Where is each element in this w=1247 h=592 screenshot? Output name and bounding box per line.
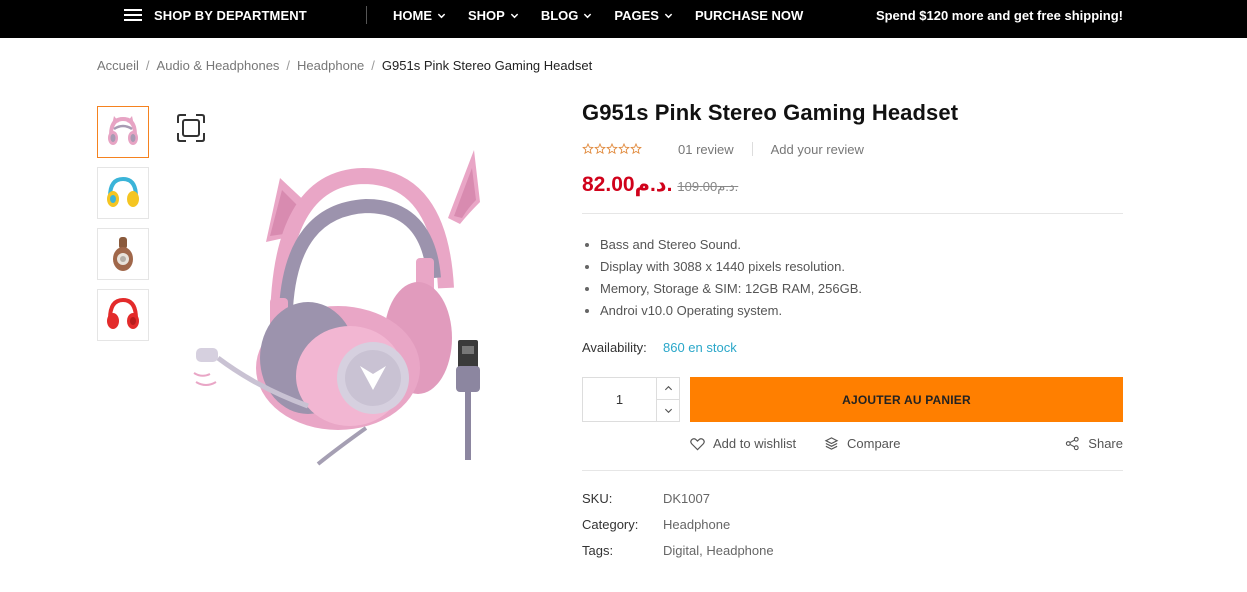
yellow-headphones-thumb-icon	[107, 176, 139, 207]
old-price: 109.00د.م.	[677, 179, 739, 194]
top-navigation-bar: SHOP BY DEPARTMENT HOME SHOP BLOG PAGES …	[0, 0, 1247, 38]
product-main-image[interactable]	[188, 138, 498, 468]
compare-button[interactable]: Compare	[824, 436, 900, 451]
menu-pages[interactable]: PAGES	[614, 8, 673, 23]
feature-item: Androi v10.0 Operating system.	[582, 300, 1123, 322]
quantity-input[interactable]	[583, 378, 656, 421]
nav-divider	[366, 6, 367, 24]
star-empty-icon	[582, 143, 594, 155]
chevron-down-icon	[584, 13, 592, 18]
menu-home[interactable]: HOME	[393, 8, 446, 23]
product-title: G951s Pink Stereo Gaming Headset	[582, 100, 959, 125]
star-empty-icon	[606, 143, 618, 155]
feature-list: Bass and Stereo Sound. Display with 3088…	[582, 234, 1123, 322]
breadcrumb: Accueil / Audio & Headphones / Headphone…	[97, 58, 592, 73]
add-to-wishlist-button[interactable]: Add to wishlist	[690, 436, 796, 451]
sku-value: DK1007	[663, 491, 710, 506]
availability-label: Availability:	[582, 340, 647, 355]
current-price: 82.00د.م.	[582, 173, 673, 196]
product-details: G951s Pink Stereo Gaming Headset 01 revi…	[582, 100, 1123, 569]
add-to-cart-button[interactable]: AJOUTER AU PANIER	[690, 377, 1123, 422]
free-shipping-promo: Spend $120 more and get free shipping!	[875, 7, 1123, 23]
red-headphones-thumb-icon	[107, 297, 139, 329]
speaker-thumb-icon	[113, 237, 133, 271]
feature-item: Memory, Storage & SIM: 12GB RAM, 256GB.	[582, 278, 1123, 300]
breadcrumb-current: G951s Pink Stereo Gaming Headset	[381, 58, 593, 73]
menu-purchase-now[interactable]: PURCHASE NOW	[695, 8, 803, 23]
star-empty-icon	[630, 143, 642, 155]
breadcrumb-audio-headphones[interactable]: Audio & Headphones	[157, 58, 280, 73]
menu-shop-label[interactable]: SHOP	[468, 8, 505, 23]
feature-item: Bass and Stereo Sound.	[582, 234, 1123, 256]
menu-blog-label[interactable]: BLOG	[541, 8, 579, 23]
product-actions: Add to wishlist Compare Share	[582, 436, 1123, 454]
category-label: Category:	[582, 517, 639, 532]
tag-link-headphone[interactable]: Headphone	[706, 543, 773, 558]
price-row: 82.00د.م. 109.00د.م.	[582, 172, 1123, 197]
availability-value: 860 en stock	[663, 340, 737, 355]
sku-row: SKU: DK1007	[582, 491, 1123, 517]
chevron-down-icon	[510, 13, 519, 18]
star-empty-icon	[618, 143, 630, 155]
thumbnail-wood-speaker[interactable]	[97, 228, 149, 280]
compare-layers-icon	[824, 437, 839, 450]
menu-shop[interactable]: SHOP	[468, 8, 519, 23]
thumbnail-red-headphones[interactable]	[97, 289, 149, 341]
chevron-down-icon	[664, 13, 673, 18]
main-menu: HOME SHOP BLOG PAGES PURCHASE NOW	[393, 0, 825, 30]
availability-row: Availability: 860 en stock	[582, 340, 1123, 355]
breadcrumb-separator: /	[371, 58, 375, 73]
chevron-down-icon	[437, 13, 446, 18]
divider	[582, 213, 1123, 214]
compare-label[interactable]: Compare	[847, 436, 900, 451]
menu-home-label[interactable]: HOME	[393, 8, 432, 23]
quantity-steps	[656, 378, 679, 421]
menu-blog[interactable]: BLOG	[541, 8, 593, 23]
hamburger-menu-icon[interactable]	[124, 9, 142, 21]
quantity-decrease-button[interactable]	[657, 399, 679, 421]
menu-purchase-label[interactable]: PURCHASE NOW	[695, 8, 803, 23]
category-link[interactable]: Headphone	[663, 517, 730, 532]
breadcrumb-headphone[interactable]: Headphone	[297, 58, 364, 73]
review-count-link[interactable]: 01 review	[678, 142, 734, 157]
share-button[interactable]: Share	[1065, 436, 1123, 451]
review-divider	[751, 142, 753, 156]
pink-headset-thumb-icon	[108, 116, 138, 145]
divider	[582, 470, 1123, 471]
quantity-increase-button[interactable]	[657, 378, 679, 399]
department-label[interactable]: SHOP BY DEPARTMENT	[154, 8, 307, 23]
chevron-up-icon	[664, 385, 672, 391]
tags-row: Tags: Digital, Headphone	[582, 543, 1123, 569]
share-icon	[1066, 436, 1079, 451]
rating-row: 01 review Add your review	[582, 140, 1123, 158]
wishlist-label[interactable]: Add to wishlist	[713, 436, 796, 451]
product-meta: SKU: DK1007 Category: Headphone Tags: Di…	[582, 491, 1123, 569]
breadcrumb-separator: /	[145, 58, 150, 73]
breadcrumb-separator: /	[286, 58, 291, 73]
add-review-link[interactable]: Add your review	[771, 142, 864, 157]
star-rating	[582, 143, 642, 155]
chevron-down-icon	[664, 408, 672, 414]
quantity-stepper	[582, 377, 680, 422]
tag-link-digital[interactable]: Digital	[663, 543, 699, 558]
share-label[interactable]: Share	[1088, 436, 1123, 451]
star-empty-icon	[594, 143, 606, 155]
category-row: Category: Headphone	[582, 517, 1123, 543]
thumbnail-pink-headset[interactable]	[97, 106, 149, 158]
thumbnail-yellow-headphones[interactable]	[97, 167, 149, 219]
thumbnail-gallery	[97, 106, 149, 350]
sku-label: SKU:	[582, 491, 613, 506]
breadcrumb-home[interactable]: Accueil	[97, 58, 139, 73]
menu-pages-label[interactable]: PAGES	[614, 8, 659, 23]
tags-label: Tags:	[582, 543, 614, 558]
shop-by-department[interactable]: SHOP BY DEPARTMENT	[124, 0, 307, 30]
heart-icon	[690, 437, 705, 450]
add-to-cart-row: AJOUTER AU PANIER	[582, 377, 1123, 422]
feature-item: Display with 3088 x 1440 pixels resoluti…	[582, 256, 1123, 278]
